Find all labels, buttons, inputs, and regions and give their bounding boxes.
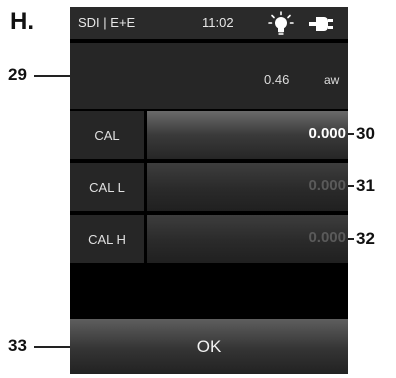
status-time: 11:02	[202, 15, 234, 30]
callout-33: 33	[8, 336, 27, 355]
power-plug-icon	[309, 17, 333, 31]
figure-letter: H.	[10, 8, 34, 35]
light-bulb-icon	[268, 11, 294, 35]
callout-30: 30	[356, 124, 375, 143]
measurement-display: 0.46 aw	[70, 43, 348, 109]
cal-l-row: CAL L 0.000	[70, 163, 348, 211]
cal-value-field[interactable]: 0.000	[147, 111, 348, 159]
cal-row: CAL 0.000	[70, 111, 348, 159]
measurement-unit: aw	[324, 73, 340, 87]
cal-h-value: 0.000	[308, 229, 346, 246]
callout-29: 29	[8, 65, 27, 84]
cal-h-row: CAL H 0.000	[70, 215, 348, 263]
cal-l-value-field[interactable]: 0.000	[147, 163, 348, 211]
measurement-value: 0.46	[264, 72, 290, 87]
cal-value: 0.000	[308, 125, 346, 142]
cal-l-value: 0.000	[308, 177, 346, 194]
callout-31: 31	[356, 176, 375, 195]
callout-32: 32	[356, 229, 375, 248]
device-screen: SDI | E+E 11:02 0.46 aw CAL 0.000 CAL L …	[70, 7, 348, 374]
status-title: SDI | E+E	[78, 15, 136, 30]
cal-h-value-field[interactable]: 0.000	[147, 215, 348, 263]
cal-l-label: CAL L	[70, 163, 144, 211]
cal-h-label: CAL H	[70, 215, 144, 263]
cal-label: CAL	[70, 111, 144, 159]
ok-button[interactable]: OK	[70, 319, 348, 374]
status-bar: SDI | E+E 11:02	[70, 7, 348, 39]
